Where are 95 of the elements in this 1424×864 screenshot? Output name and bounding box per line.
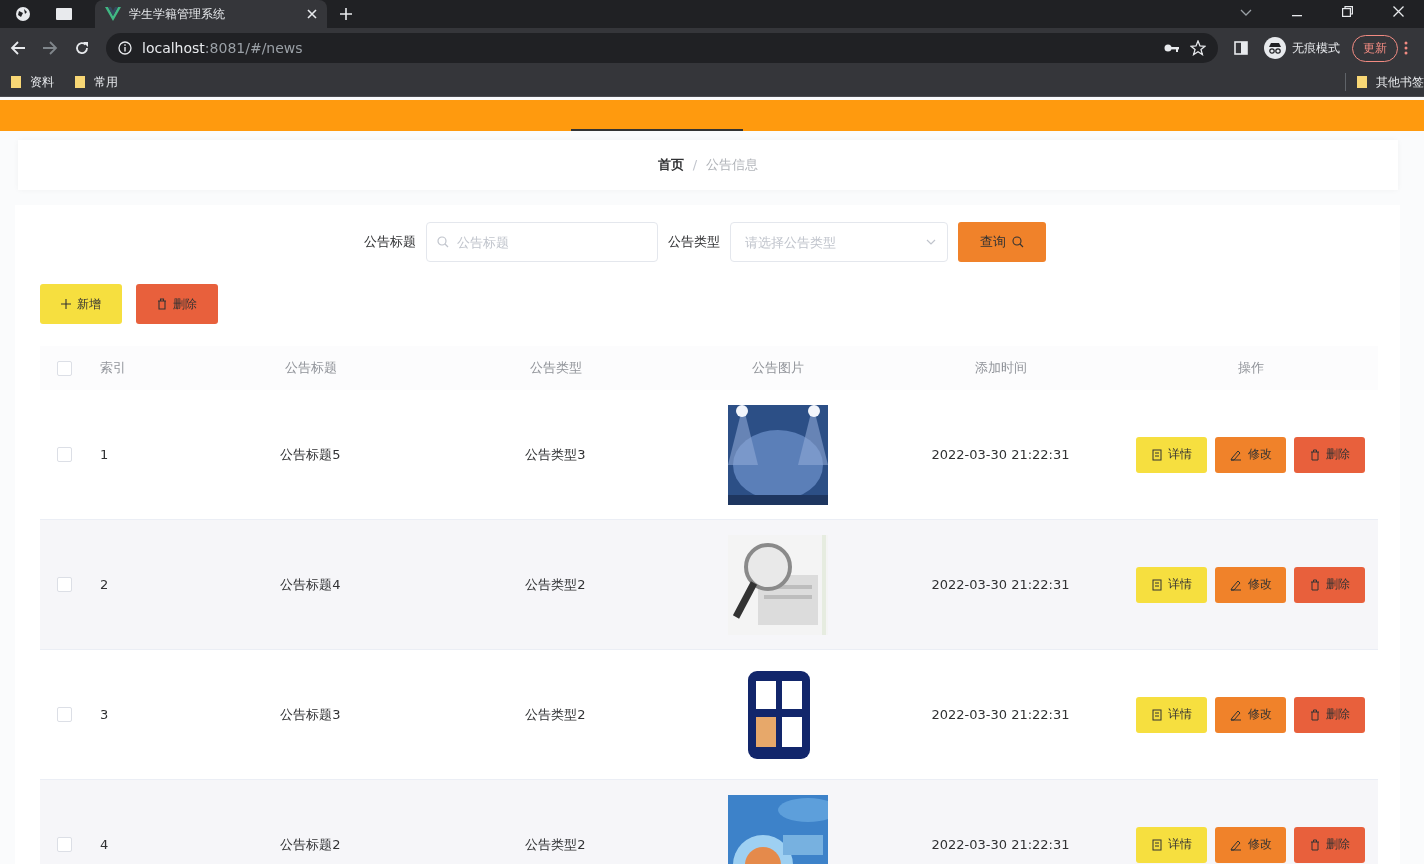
plus-icon	[61, 299, 71, 309]
table-cell: 公告标题4	[280, 575, 341, 594]
key-icon[interactable]	[1164, 43, 1180, 53]
table-cell: 2022-03-30 21:22:31	[931, 837, 1070, 852]
minimize-icon[interactable]	[1292, 15, 1302, 17]
close-icon[interactable]	[307, 9, 317, 19]
delete-button[interactable]: 删除	[1294, 696, 1365, 733]
incognito-profile[interactable]: 无痕模式	[1264, 37, 1340, 59]
folder-icon	[1356, 75, 1368, 89]
detail-button[interactable]: 详情	[1136, 826, 1207, 863]
table-cell: 4	[100, 837, 109, 852]
row-checkbox[interactable]	[56, 837, 72, 852]
browser-tab[interactable]: 学生学籍管理系统	[95, 0, 327, 28]
document-icon	[1151, 448, 1162, 461]
trash-icon	[1309, 448, 1320, 461]
table-cell: 2022-03-30 21:22:31	[931, 577, 1070, 592]
new-tab-icon[interactable]	[340, 8, 352, 20]
type-select[interactable]: 请选择公告类型	[730, 222, 948, 262]
table-cell: 公告类型2	[525, 835, 586, 854]
edit-button[interactable]: 修改	[1215, 436, 1286, 473]
column-header: 公告标题	[284, 359, 337, 377]
column-header: 索引	[100, 359, 126, 377]
select-all-checkbox[interactable]	[56, 360, 72, 376]
table-cell: 公告类型3	[525, 445, 586, 464]
table-cell: 公告标题3	[280, 705, 341, 724]
row-checkbox[interactable]	[56, 707, 72, 722]
restore-icon[interactable]	[1342, 6, 1353, 17]
other-bookmarks[interactable]: 其他书签	[1356, 73, 1424, 91]
forward-icon[interactable]	[42, 40, 58, 56]
table-cell: 公告类型2	[525, 575, 586, 594]
document-icon	[1151, 838, 1162, 851]
delete-button[interactable]: 删除	[1294, 566, 1365, 603]
back-icon[interactable]	[10, 40, 26, 56]
column-header: 公告类型	[529, 359, 582, 377]
bookmark-folder[interactable]: 资料	[10, 73, 54, 91]
pencil-icon	[1229, 448, 1242, 461]
star-icon[interactable]	[1190, 40, 1206, 56]
close-icon[interactable]	[1393, 6, 1404, 17]
delete-button[interactable]: 删除	[1294, 826, 1365, 863]
incognito-icon	[1264, 37, 1286, 59]
detail-button[interactable]: 详情	[1136, 566, 1207, 603]
breadcrumb-item: 公告信息	[706, 157, 759, 172]
document-icon	[1151, 708, 1162, 721]
reload-icon[interactable]	[74, 40, 90, 56]
table-cell: 公告标题2	[280, 835, 341, 854]
table-cell: 1	[100, 447, 109, 462]
table-cell: 3	[100, 707, 109, 722]
table-cell: 2022-03-30 21:22:31	[931, 707, 1070, 722]
tab-list-icon[interactable]	[55, 7, 73, 21]
column-header: 添加时间	[974, 359, 1027, 377]
row-checkbox[interactable]	[56, 447, 72, 462]
address-bar[interactable]: localhost:8081/#/news	[106, 33, 1218, 63]
breadcrumb-item[interactable]: 首页	[657, 157, 684, 172]
folder-icon	[10, 75, 22, 89]
menu-icon[interactable]	[1404, 41, 1408, 55]
edit-button[interactable]: 修改	[1215, 696, 1286, 733]
detail-button[interactable]: 详情	[1136, 696, 1207, 733]
document-icon	[1151, 578, 1162, 591]
field-label: 公告类型	[668, 233, 720, 251]
pencil-icon	[1229, 708, 1242, 721]
url-text: localhost:8081/#/news	[142, 40, 303, 56]
column-header: 操作	[1237, 359, 1264, 377]
search-icon	[1012, 236, 1024, 248]
trash-icon	[1309, 578, 1320, 591]
table-cell: 公告类型2	[525, 705, 586, 724]
v-logo-icon	[105, 7, 121, 21]
table-cell: 2	[100, 577, 109, 592]
detail-button[interactable]: 详情	[1136, 436, 1207, 473]
add-button[interactable]: 新增	[40, 284, 122, 324]
table-cell: 2022-03-30 21:22:31	[931, 447, 1070, 462]
trash-icon	[157, 298, 167, 310]
globe-icon[interactable]	[15, 6, 31, 22]
search-field[interactable]: 公告标题	[426, 222, 658, 262]
delete-button[interactable]: 删除	[136, 284, 218, 324]
folder-icon	[74, 75, 86, 89]
field-label: 公告标题	[364, 233, 416, 251]
chevron-down-icon	[926, 239, 936, 245]
column-header: 公告图片	[752, 359, 804, 377]
chevron-down-icon[interactable]	[1240, 9, 1252, 17]
delete-button[interactable]: 删除	[1294, 436, 1365, 473]
row-checkbox[interactable]	[56, 577, 72, 592]
table-cell: 公告标题5	[280, 445, 341, 464]
pencil-icon	[1229, 838, 1242, 851]
pencil-icon	[1229, 578, 1242, 591]
search-icon	[437, 236, 449, 248]
bookmark-folder[interactable]: 常用	[74, 73, 118, 91]
info-icon	[118, 41, 132, 55]
tab-title: 学生学籍管理系统	[129, 5, 226, 23]
breadcrumb-separator: /	[692, 157, 698, 172]
trash-icon	[1309, 708, 1320, 721]
search-button[interactable]: 查询	[958, 222, 1046, 262]
trash-icon	[1309, 838, 1320, 851]
side-panel-icon[interactable]	[1234, 41, 1248, 55]
edit-button[interactable]: 修改	[1215, 826, 1286, 863]
edit-button[interactable]: 修改	[1215, 566, 1286, 603]
